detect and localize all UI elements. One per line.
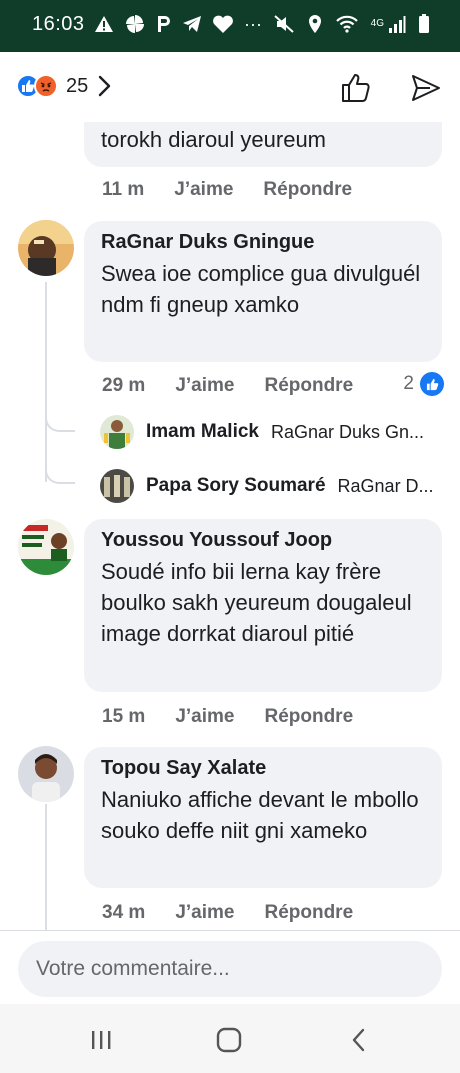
reactions-header: 25 bbox=[0, 52, 460, 122]
comment-actions: 34 m J’aime Répondre bbox=[102, 902, 353, 924]
pinwheel-icon bbox=[126, 15, 144, 33]
avatar[interactable] bbox=[18, 746, 74, 802]
parking-icon bbox=[158, 16, 170, 32]
home-icon[interactable] bbox=[214, 1026, 244, 1054]
comment-bubble[interactable]: RaGnar Duks Gningue Swea ioe complice gu… bbox=[84, 221, 442, 362]
comment-text: Naniuko affiche devant le mbollo souko d… bbox=[101, 787, 419, 843]
location-icon bbox=[308, 15, 321, 33]
comment-time: 15 m bbox=[102, 706, 146, 727]
comment-composer: Votre commentaire... bbox=[0, 930, 460, 1004]
chevron-right-icon[interactable] bbox=[94, 74, 114, 98]
comment-actions: 29 m J’aime Répondre bbox=[102, 375, 353, 397]
warning-icon bbox=[95, 16, 113, 32]
like-link[interactable]: J’aime bbox=[175, 706, 234, 728]
reply-preview[interactable]: Imam Malick RaGnar Duks Gn... bbox=[100, 415, 424, 449]
thread-line bbox=[45, 282, 47, 482]
comment-like-count[interactable]: 2 bbox=[403, 372, 444, 396]
like-reaction-icon bbox=[420, 372, 444, 396]
heart-icon bbox=[213, 15, 233, 33]
telegram-icon bbox=[183, 16, 201, 32]
comment-text: Swea ioe complice gua divulguél ndm fi g… bbox=[101, 261, 421, 317]
status-bar: 16:03 ··· 4G bbox=[0, 0, 460, 52]
reply-text: RaGnar D... bbox=[337, 475, 434, 496]
header-actions bbox=[340, 72, 442, 104]
recent-apps-icon[interactable] bbox=[86, 1026, 116, 1054]
reply-connector bbox=[45, 414, 75, 432]
share-icon[interactable] bbox=[410, 72, 442, 104]
comment-bubble[interactable]: Topou Say Xalate Naniuko affiche devant … bbox=[84, 747, 442, 888]
avatar bbox=[100, 469, 134, 503]
angry-reaction-icon bbox=[34, 74, 58, 98]
comments-list: torokh diaroul yeureum 11 m J’aime Répon… bbox=[0, 122, 460, 930]
comment-author[interactable]: Topou Say Xalate bbox=[101, 757, 426, 780]
comment-time: 29 m bbox=[102, 375, 146, 396]
reply-author: Papa Sory Soumaré bbox=[146, 475, 326, 496]
comment-time: 34 m bbox=[102, 902, 146, 923]
network-type: 4G bbox=[370, 18, 384, 29]
reply-link[interactable]: Répondre bbox=[264, 706, 353, 728]
reply-author: Imam Malick bbox=[146, 421, 259, 442]
avatar[interactable] bbox=[18, 220, 74, 276]
comment-time: 11 m bbox=[102, 179, 145, 200]
more-icon: ··· bbox=[244, 14, 262, 34]
reactions-summary[interactable]: 25 bbox=[16, 74, 114, 98]
comment-actions: 15 m J’aime Répondre bbox=[102, 706, 353, 728]
avatar bbox=[100, 415, 134, 449]
thread-line bbox=[45, 804, 47, 930]
system-nav-bar bbox=[0, 1004, 460, 1073]
battery-icon bbox=[419, 14, 429, 33]
reaction-count: 25 bbox=[66, 74, 89, 97]
reply-link[interactable]: Répondre bbox=[264, 375, 353, 397]
reply-link[interactable]: Répondre bbox=[264, 902, 353, 924]
comment-input[interactable]: Votre commentaire... bbox=[18, 941, 442, 997]
comment-author[interactable]: RaGnar Duks Gningue bbox=[101, 231, 426, 254]
clock: 16:03 bbox=[32, 13, 85, 35]
reply-link[interactable]: Répondre bbox=[263, 179, 352, 201]
like-link[interactable]: J’aime bbox=[175, 902, 234, 924]
comment-author[interactable]: Youssou Youssouf Joop bbox=[101, 529, 426, 552]
reply-text: RaGnar Duks Gn... bbox=[271, 421, 425, 442]
notification-icons: ··· bbox=[94, 13, 262, 35]
mute-icon bbox=[273, 15, 294, 33]
back-icon[interactable] bbox=[344, 1026, 374, 1054]
like-count-value: 2 bbox=[403, 373, 414, 394]
comment-bubble[interactable]: Youssou Youssouf Joop Soudé info bii ler… bbox=[84, 519, 442, 692]
like-link[interactable]: J’aime bbox=[174, 179, 233, 201]
reply-connector bbox=[45, 466, 75, 484]
comment-text: torokh diaroul yeureum bbox=[101, 127, 327, 152]
system-icons: 4G bbox=[273, 14, 430, 34]
comment-bubble[interactable]: torokh diaroul yeureum bbox=[84, 122, 442, 167]
avatar[interactable] bbox=[18, 519, 74, 575]
signal-icon bbox=[389, 16, 406, 33]
like-link[interactable]: J’aime bbox=[175, 375, 234, 397]
comment-text: Soudé info bii lerna kay frère boulko sa… bbox=[101, 559, 412, 646]
thumbs-up-icon[interactable] bbox=[340, 72, 372, 104]
wifi-icon bbox=[335, 15, 358, 33]
comment-actions: 11 m J’aime Répondre bbox=[102, 179, 352, 201]
reply-preview[interactable]: Papa Sory Soumaré RaGnar D... bbox=[100, 469, 434, 503]
